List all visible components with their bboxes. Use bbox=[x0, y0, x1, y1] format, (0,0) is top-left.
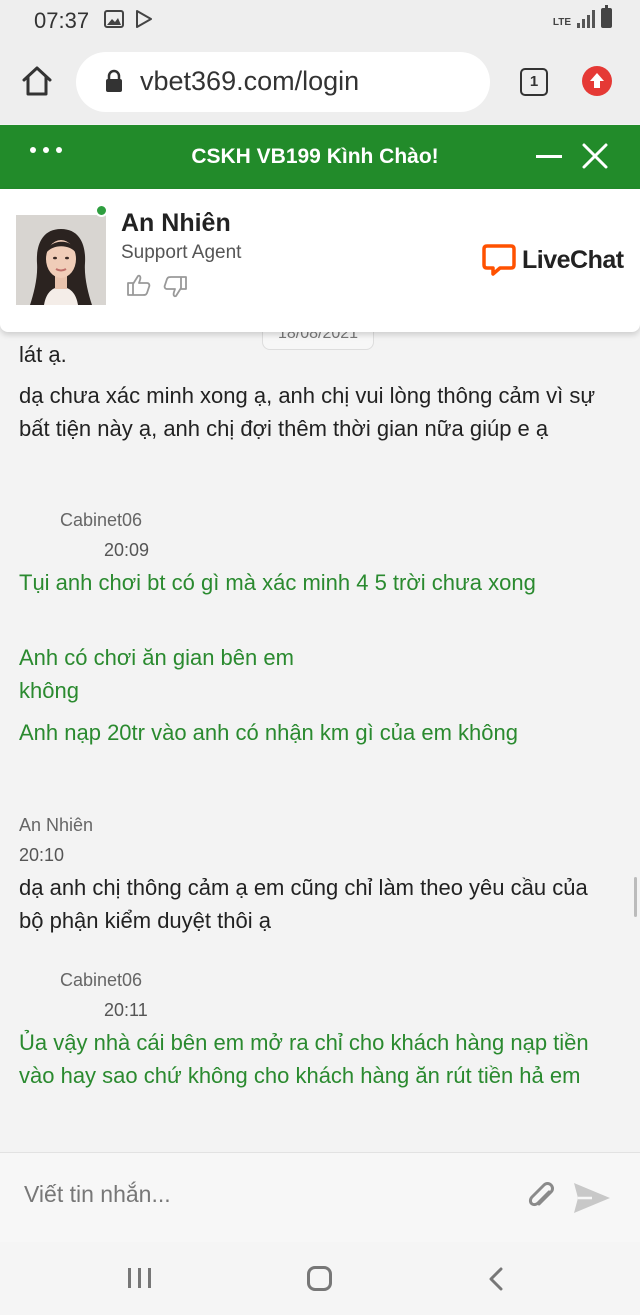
thumbs-up-icon[interactable] bbox=[126, 273, 152, 297]
agent-name: An Nhiên bbox=[121, 209, 231, 237]
user-message: Anh có chơi ăn gian bên em không bbox=[19, 645, 294, 703]
image-notification-icon bbox=[104, 10, 124, 28]
sender-name: An Nhiên bbox=[19, 815, 94, 835]
scrollbar[interactable] bbox=[634, 877, 637, 917]
status-bar: 07:37 LTE bbox=[0, 0, 640, 40]
attachment-icon[interactable] bbox=[525, 1180, 559, 1214]
url-text: vbet369.com/login bbox=[140, 66, 360, 96]
address-bar[interactable]: vbet369.com/login bbox=[76, 52, 490, 112]
tabs-button[interactable]: 1 bbox=[520, 68, 548, 96]
date-divider: 18/08/2021 bbox=[262, 332, 374, 350]
lock-icon bbox=[106, 69, 122, 92]
play-store-notification-icon bbox=[136, 10, 152, 28]
online-status-indicator bbox=[95, 204, 108, 217]
home-icon[interactable] bbox=[20, 64, 54, 98]
message-composer bbox=[0, 1152, 640, 1242]
agent-card: An Nhiên Support Agent LiveChat bbox=[0, 189, 640, 332]
status-time: 07:37 bbox=[34, 8, 90, 33]
livechat-wordmark: LiveChat bbox=[522, 245, 624, 274]
lte-indicator: LTE bbox=[552, 17, 571, 28]
chat-header: CSKH VB199 Kình Chào! bbox=[0, 125, 640, 189]
agent-message: dạ chưa xác minh xong ạ, anh chị vui lòn… bbox=[19, 383, 596, 441]
message-time: 20:10 bbox=[19, 845, 65, 865]
thumbs-down-icon[interactable] bbox=[162, 275, 188, 299]
message-input[interactable] bbox=[24, 1181, 504, 1208]
user-message: Anh nạp 20tr vào anh có nhận km gì của e… bbox=[19, 720, 518, 745]
signal-icon bbox=[577, 10, 595, 28]
user-message: Tụi anh chơi bt có gì mà xác minh 4 5 tr… bbox=[19, 570, 536, 595]
message-time: 20:11 bbox=[104, 1000, 148, 1020]
recent-apps-icon[interactable] bbox=[128, 1268, 151, 1288]
battery-icon bbox=[601, 5, 612, 28]
back-icon[interactable] bbox=[486, 1266, 506, 1292]
home-nav-icon[interactable] bbox=[307, 1266, 332, 1291]
livechat-logo: LiveChat bbox=[482, 243, 624, 277]
arrow-up-icon bbox=[590, 73, 604, 88]
agent-role: Support Agent bbox=[121, 242, 242, 263]
status-right: LTE bbox=[552, 5, 612, 28]
message-list[interactable]: 18/08/2021 lát ạ. dạ chưa xác minh xong … bbox=[0, 332, 640, 1152]
user-message: Ủa vậy nhà cái bên em mở ra chỉ cho khác… bbox=[19, 1030, 589, 1088]
livechat-icon bbox=[482, 244, 516, 276]
agent-avatar bbox=[16, 215, 106, 305]
upload-button[interactable] bbox=[582, 66, 612, 96]
sender-name: Cabinet06 bbox=[60, 510, 143, 530]
agent-message: lát ạ. bbox=[19, 342, 67, 367]
agent-message: dạ anh chị thông cảm ạ em cũng chỉ làm t… bbox=[19, 875, 588, 933]
browser-toolbar: vbet369.com/login 1 bbox=[0, 40, 640, 124]
send-icon[interactable] bbox=[572, 1181, 612, 1215]
close-icon[interactable] bbox=[580, 141, 610, 171]
minimize-button[interactable] bbox=[536, 155, 562, 158]
message-time: 20:09 bbox=[104, 540, 150, 560]
system-nav-bar bbox=[0, 1242, 640, 1315]
sender-name: Cabinet06 bbox=[60, 970, 143, 990]
